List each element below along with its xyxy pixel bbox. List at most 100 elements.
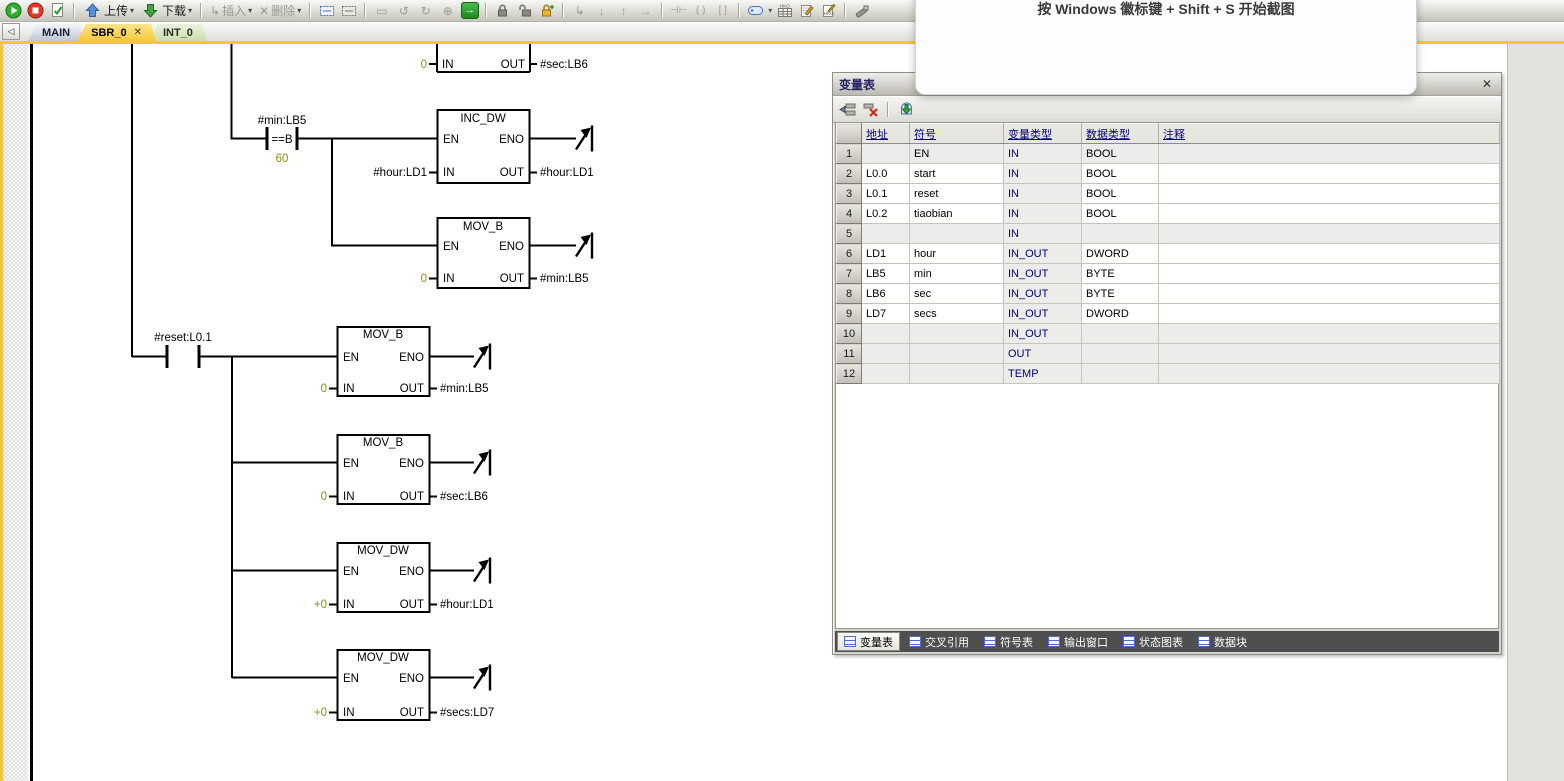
cell-comment[interactable] [1159,344,1500,364]
apply-sort-icon[interactable] [897,101,915,119]
header-datatype[interactable]: 数据类型 [1082,124,1159,144]
cell-addr[interactable] [862,324,910,344]
row-number-cell[interactable]: 7 [837,264,862,284]
edit-note-icon[interactable] [797,1,816,20]
cell-comment[interactable] [1159,304,1500,324]
download-button[interactable]: 下载 ▾ [139,1,194,21]
cell-comment[interactable] [1159,144,1500,164]
header-symbol[interactable]: 符号 [910,124,1004,144]
cell-addr[interactable]: LB6 [862,284,910,304]
cell-addr[interactable] [862,144,910,164]
stop-button[interactable] [26,1,45,20]
mov-block-2[interactable]: MOV_B EN ENO 0 IN OUT #sec:LB6 [321,435,488,504]
header-corner[interactable] [837,124,862,144]
address-tag-icon[interactable] [746,1,765,20]
cell-dtype[interactable] [1082,364,1159,384]
cell-vtype[interactable]: IN [1004,224,1082,244]
row-number-cell[interactable]: 6 [837,244,862,264]
cell-vtype[interactable]: IN_OUT [1004,324,1082,344]
cell-comment[interactable] [1159,224,1500,244]
tab-sbr0[interactable]: SBR_0 ✕ [77,24,156,41]
dock-tab-3[interactable]: 符号表 [978,633,1039,650]
cell-sym[interactable]: hour [910,244,1004,264]
dock-tab-1[interactable]: 变量表 [837,632,900,651]
cell-addr[interactable]: LD7 [862,304,910,324]
cell-dtype[interactable]: BOOL [1082,144,1159,164]
row-number-cell[interactable]: 2 [837,164,862,184]
cell-dtype[interactable]: BOOL [1082,204,1159,224]
cell-vtype[interactable]: IN [1004,204,1082,224]
cell-vtype[interactable]: OUT [1004,344,1082,364]
mov-block-4[interactable]: MOV_DW EN ENO +0 IN OUT #secs:LD7 [314,650,494,720]
cell-addr[interactable]: L0.0 [862,164,910,184]
dock-tab-6[interactable]: 数据块 [1192,633,1253,650]
delete-row-icon[interactable] [861,101,879,119]
unlock-icon[interactable] [515,1,534,20]
panel-close-button[interactable]: ✕ [1479,77,1495,91]
cell-comment[interactable] [1159,284,1500,304]
compile-icon[interactable] [48,1,67,20]
cell-addr[interactable]: L0.1 [862,184,910,204]
mov-block-1[interactable]: MOV_B EN ENO 0 IN OUT #min:LB5 [321,327,489,396]
cell-sym[interactable] [910,224,1004,244]
cell-vtype[interactable]: IN [1004,164,1082,184]
download-caret-icon[interactable]: ▾ [188,6,192,15]
cell-vtype[interactable]: IN_OUT [1004,304,1082,324]
row-number-cell[interactable]: 1 [837,144,862,164]
cell-sym[interactable] [910,344,1004,364]
cell-dtype[interactable] [1082,344,1159,364]
cell-sym[interactable] [910,324,1004,344]
ladder-top-block[interactable]: 0 IN OUT #sec:LB6 [421,59,588,71]
mov-b-block[interactable]: MOV_B EN ENO 0 IN OUT #min:LB5 [421,218,589,288]
cell-addr[interactable] [862,344,910,364]
mov-block-3[interactable]: MOV_DW EN ENO +0 IN OUT #hour:LD1 [314,543,494,612]
cell-vtype[interactable]: TEMP [1004,364,1082,384]
cell-comment[interactable] [1159,264,1500,284]
cell-vtype[interactable]: IN_OUT [1004,284,1082,304]
cell-sym[interactable]: min [910,264,1004,284]
cell-sym[interactable]: EN [910,144,1004,164]
cell-vtype[interactable]: IN_OUT [1004,244,1082,264]
compare-contact[interactable]: #min:LB5 ==B 60 [258,115,307,165]
address-table-icon[interactable]: HKO [775,1,794,20]
cell-dtype[interactable]: DWORD [1082,244,1159,264]
dock-tab-5[interactable]: 状态图表 [1117,633,1189,650]
dock-tab-2[interactable]: 交叉引用 [903,633,975,650]
cell-dtype[interactable]: BOOL [1082,184,1159,204]
cell-addr[interactable]: LB5 [862,264,910,284]
row-number-cell[interactable]: 8 [837,284,862,304]
cell-dtype[interactable]: BYTE [1082,264,1159,284]
address-tag-caret-icon[interactable]: ▾ [768,6,772,15]
tab-int0[interactable]: INT_0 [149,24,207,41]
go-button[interactable]: → [460,1,479,20]
cell-comment[interactable] [1159,244,1500,264]
header-address[interactable]: 地址 [862,124,910,144]
row-number-cell[interactable]: 10 [837,324,862,344]
cell-comment[interactable] [1159,204,1500,224]
network-next-icon[interactable] [339,1,358,20]
row-number-cell[interactable]: 12 [837,364,862,384]
cell-dtype[interactable]: BOOL [1082,164,1159,184]
lock-add-icon[interactable] [537,1,556,20]
cell-comment[interactable] [1159,364,1500,384]
row-number-cell[interactable]: 9 [837,304,862,324]
header-comment[interactable]: 注释 [1159,124,1500,144]
upload-button[interactable]: 上传 ▾ [81,1,136,21]
cell-dtype[interactable]: BYTE [1082,284,1159,304]
cell-addr[interactable]: LD1 [862,244,910,264]
header-vartype[interactable]: 变量类型 [1004,124,1082,144]
row-number-cell[interactable]: 5 [837,224,862,244]
cell-dtype[interactable]: DWORD [1082,304,1159,324]
dock-tab-4[interactable]: 输出窗口 [1042,633,1114,650]
lock-icon[interactable] [493,1,512,20]
cell-dtype[interactable] [1082,324,1159,344]
reset-contact[interactable]: #reset:L0.1 [154,332,212,368]
cell-sym[interactable]: sec [910,284,1004,304]
row-number-cell[interactable]: 4 [837,204,862,224]
tab-scroll-left-button[interactable]: ◁ [2,23,20,40]
ladder-canvas[interactable]: 0 IN OUT #sec:LB6 #min:LB5 ==B 60 INC_DW… [0,0,800,781]
insert-row-icon[interactable] [838,101,856,119]
cell-vtype[interactable]: IN [1004,184,1082,204]
run-button[interactable] [4,1,23,20]
cell-sym[interactable]: secs [910,304,1004,324]
